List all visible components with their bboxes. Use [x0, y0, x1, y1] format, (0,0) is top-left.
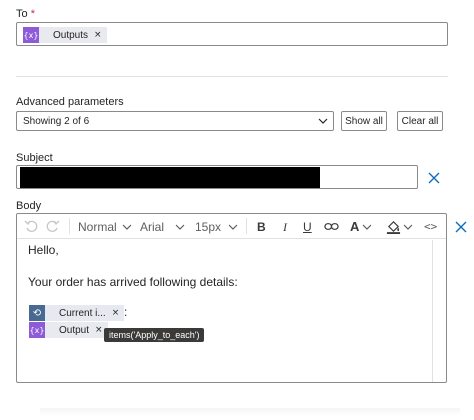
subject-input[interactable] [16, 165, 418, 189]
chevron-down-icon [228, 224, 238, 230]
body-line-hello: Hello, [28, 243, 59, 257]
to-label: To * [16, 8, 35, 20]
to-token-label: Outputs [53, 29, 89, 41]
size-dropdown[interactable]: 15px [195, 220, 239, 234]
bottom-divider [40, 408, 460, 416]
style-value: Normal [78, 220, 117, 234]
italic-button[interactable]: I [283, 220, 287, 235]
advanced-parameters-label: Advanced parameters [16, 96, 124, 108]
toolbar-divider [69, 218, 70, 234]
chevron-down-icon [403, 224, 413, 230]
underline-button[interactable]: U [303, 220, 312, 234]
token-tooltip: items('Apply_to_each') [104, 328, 205, 342]
body-line-order: Your order has arrived following details… [28, 275, 238, 289]
loop-icon: ⟲ [29, 305, 45, 321]
required-mark: * [30, 8, 35, 20]
chevron-down-icon [362, 224, 372, 230]
expression-icon: {x} [23, 27, 39, 43]
expression-icon: {x} [29, 322, 45, 338]
style-dropdown[interactable]: Normal [78, 220, 133, 234]
paint-bucket-icon [386, 220, 401, 234]
output-token[interactable]: {x} Output × [29, 322, 108, 338]
output-token-label: Output [59, 324, 90, 336]
clear-all-button[interactable]: Clear all [397, 111, 443, 131]
body-label: Body [16, 200, 42, 212]
toolbar-divider [246, 218, 247, 234]
subject-label: Subject [16, 152, 53, 164]
subject-clear-icon[interactable] [428, 172, 440, 184]
body-remove-icon[interactable] [455, 221, 467, 233]
to-token[interactable]: {x} Outputs × [23, 27, 107, 43]
link-icon[interactable] [324, 219, 339, 234]
font-color-label: A [350, 219, 360, 234]
current-item-suffix: : [124, 305, 128, 319]
to-label-text: To [16, 8, 28, 20]
current-item-token[interactable]: ⟲ Current i... × [29, 305, 125, 321]
chevron-down-icon [318, 118, 328, 124]
font-color-button[interactable]: A [350, 219, 373, 234]
advanced-select-value: Showing 2 of 6 [23, 115, 90, 127]
chevron-down-icon [122, 224, 132, 230]
undo-icon[interactable] [24, 219, 38, 233]
to-token-remove-button[interactable]: × [92, 30, 107, 40]
editor-scrollbar[interactable] [432, 240, 433, 382]
show-all-button[interactable]: Show all [341, 111, 387, 131]
chevron-down-icon [175, 224, 185, 230]
redo-icon[interactable] [46, 219, 60, 233]
font-value: Arial [140, 220, 165, 234]
divider [16, 76, 448, 77]
size-value: 15px [195, 220, 222, 234]
current-item-remove-button[interactable]: × [110, 308, 125, 318]
current-item-label: Current i... [59, 307, 106, 319]
font-dropdown[interactable]: Arial [140, 220, 186, 234]
bold-button[interactable]: B [257, 220, 266, 234]
subject-redaction [20, 167, 320, 188]
code-view-button[interactable]: <> [424, 220, 437, 233]
editor-toolbar-divider [17, 238, 446, 239]
highlight-color-button[interactable] [386, 219, 414, 234]
advanced-parameters-select[interactable]: Showing 2 of 6 [16, 111, 334, 131]
